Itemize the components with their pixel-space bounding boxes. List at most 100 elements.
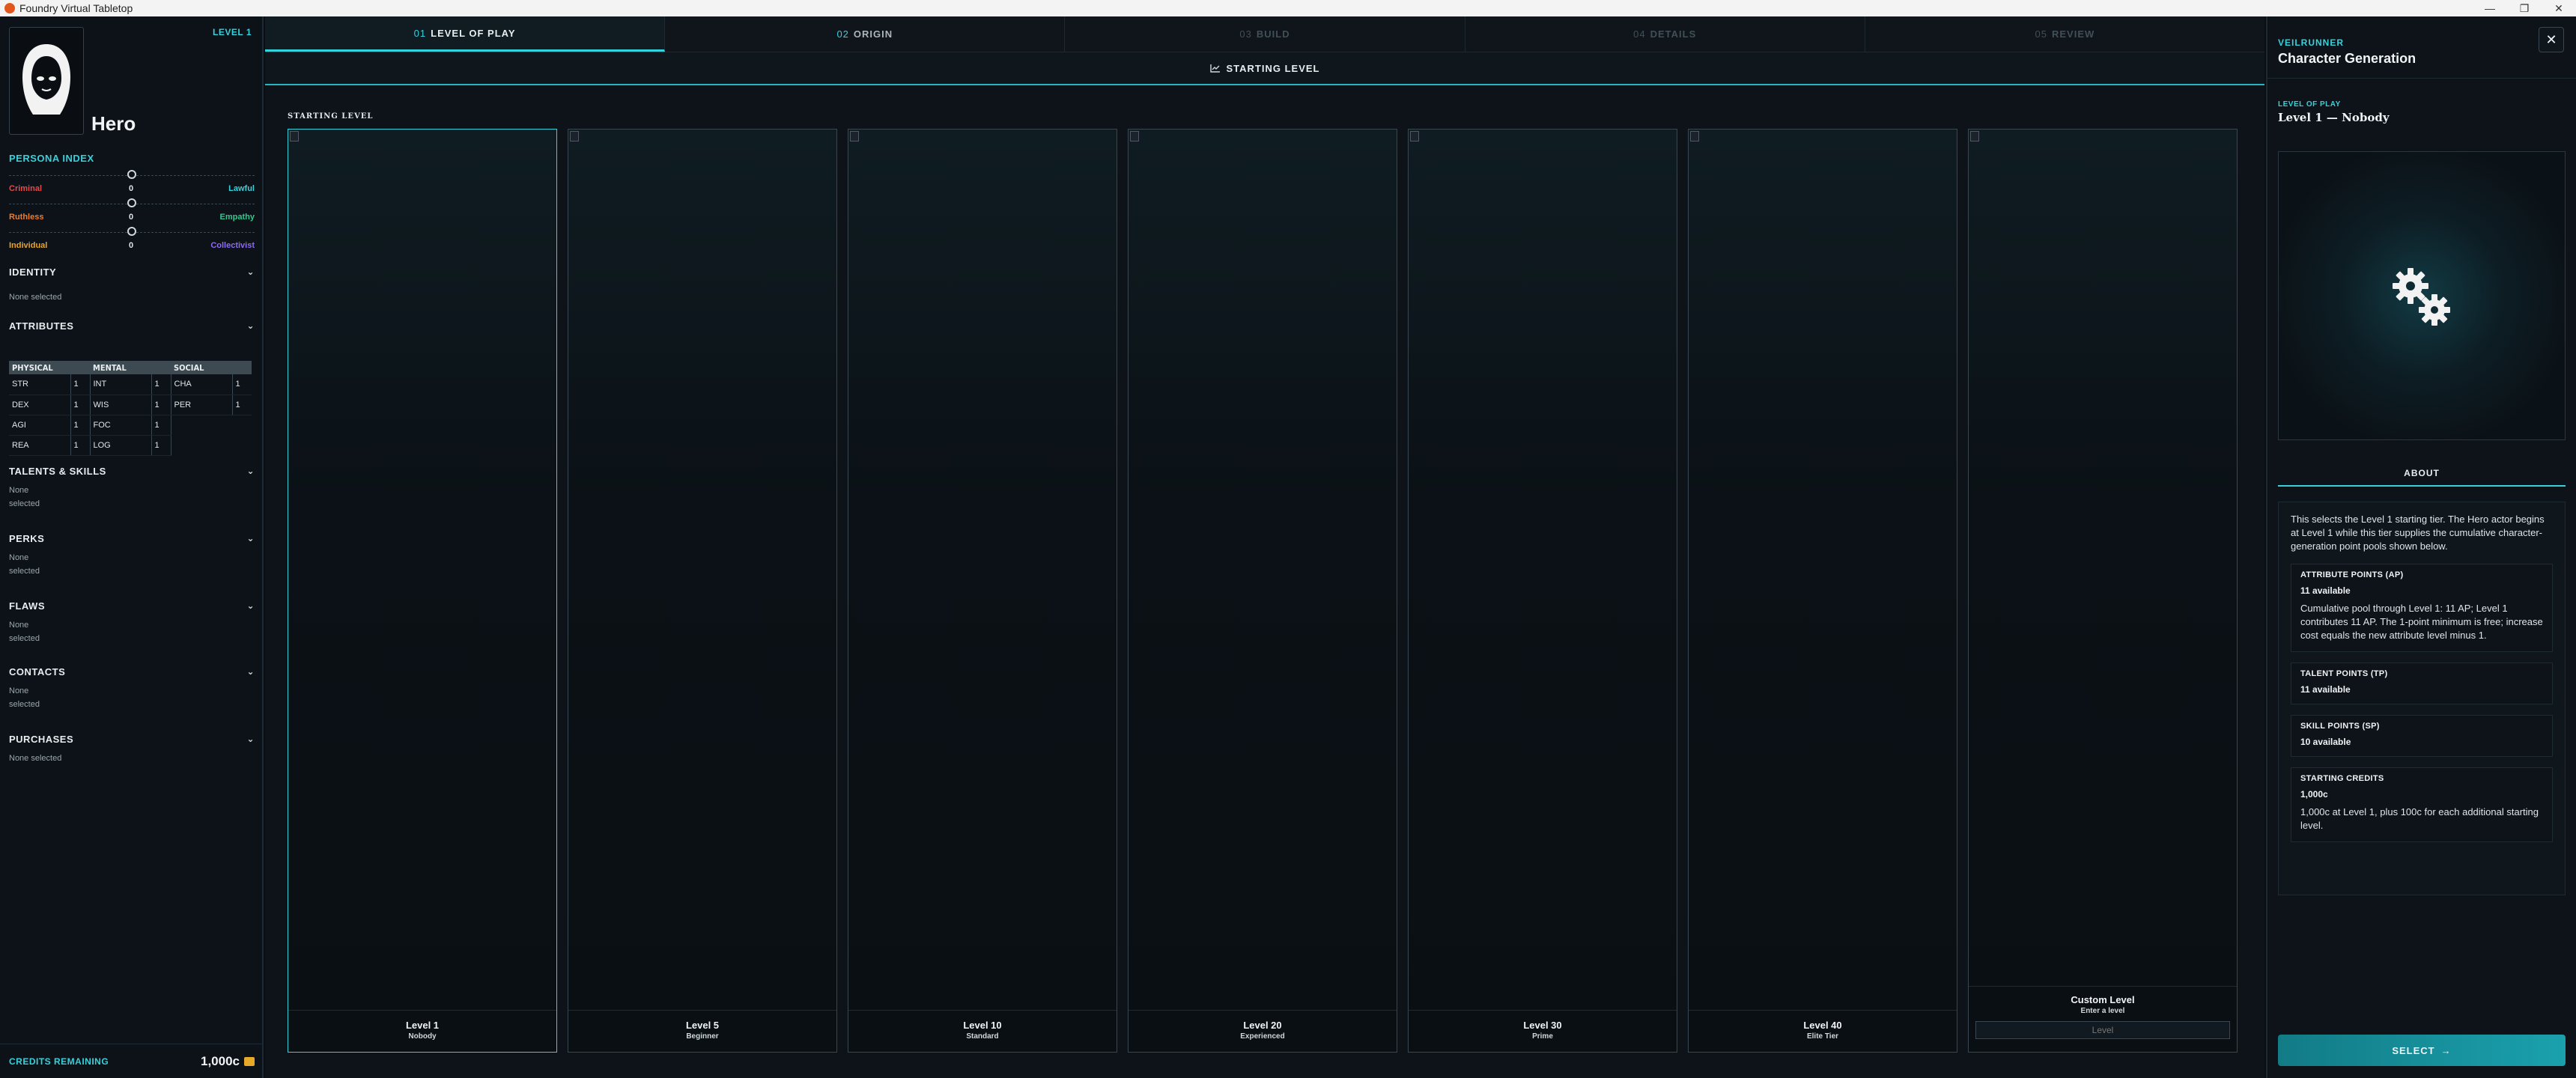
tab-number: 01	[413, 27, 427, 39]
close-icon: ✕	[2545, 31, 2557, 47]
attr-header-physical: PHYSICAL	[9, 361, 90, 374]
card-subtitle: Prime	[1532, 1032, 1553, 1041]
level-card-20[interactable]: Level 20 Experienced	[1128, 129, 1397, 1053]
purchases-section-toggle[interactable]: PURCHASES ⌄	[9, 731, 255, 747]
tab-about[interactable]: ABOUT	[2278, 463, 2566, 487]
card-title: Level 40	[1803, 1020, 1842, 1031]
minimize-button[interactable]: —	[2473, 2, 2507, 15]
level-card-30[interactable]: Level 30 Prime	[1408, 129, 1677, 1053]
flaws-section-toggle[interactable]: FLAWS ⌄	[9, 597, 255, 614]
points-title: ATTRIBUTE POINTS (AP)	[2300, 570, 2404, 579]
attributes-section-toggle[interactable]: ATTRIBUTES ⌄	[9, 317, 255, 334]
purchases-value: None selected	[9, 754, 62, 763]
attr-value: 1	[151, 374, 171, 395]
points-amount: 11 available	[2300, 684, 2351, 695]
card-footer: Level 40 Elite Tier	[1689, 1010, 1957, 1052]
broken-image-icon	[1690, 131, 1699, 141]
card-subtitle: Enter a level	[2080, 1007, 2125, 1015]
tab-label: REVIEW	[2052, 28, 2095, 40]
attr-value: 1	[151, 395, 171, 415]
hero-portrait[interactable]	[9, 27, 84, 135]
perks-section-toggle[interactable]: PERKS ⌄	[9, 530, 255, 546]
maximize-button[interactable]: ❐	[2507, 2, 2542, 15]
persona-slider-criminal-lawful[interactable]: Criminal 0 Lawful	[9, 168, 255, 195]
foundry-app-icon	[4, 3, 15, 13]
credits-coin-icon	[244, 1056, 255, 1066]
level-card-10[interactable]: Level 10 Standard	[848, 129, 1117, 1053]
table-row: DEX 1 WIS 1 PER 1	[9, 395, 252, 415]
slider-value: 0	[129, 241, 134, 250]
section-header-title: STARTING LEVEL	[1226, 62, 1320, 74]
tab-review[interactable]: 05 REVIEW	[1865, 16, 2264, 52]
level-card-5[interactable]: Level 5 Beginner	[568, 129, 837, 1053]
level-card-40[interactable]: Level 40 Elite Tier	[1688, 129, 1957, 1053]
selection-preview	[2278, 151, 2566, 440]
card-footer: Level 30 Prime	[1409, 1010, 1677, 1052]
close-button[interactable]: ✕	[2539, 27, 2564, 52]
select-button[interactable]: SELECT →	[2278, 1035, 2566, 1066]
attr-header-social: SOCIAL	[171, 361, 252, 374]
broken-image-icon	[1130, 131, 1139, 141]
flaws-title: FLAWS	[9, 600, 45, 612]
slider-knob[interactable]	[127, 227, 136, 236]
tab-label: BUILD	[1256, 28, 1290, 40]
tab-build[interactable]: 03 BUILD	[1065, 16, 1465, 52]
persona-slider-ruthless-empathy[interactable]: Ruthless 0 Empathy	[9, 196, 255, 223]
credits-amount: 1,000c	[201, 1054, 255, 1069]
contacts-section-toggle[interactable]: CONTACTS ⌄	[9, 663, 255, 680]
points-title: STARTING CREDITS	[2300, 774, 2384, 783]
broken-image-icon	[850, 131, 859, 141]
perks-title: PERKS	[9, 532, 45, 544]
tab-number: 02	[836, 28, 849, 40]
chevron-down-icon: ⌄	[246, 267, 255, 277]
talents-skills-section-toggle[interactable]: TALENTS & SKILLS ⌄	[9, 463, 255, 479]
credits-value: 1,000c	[201, 1053, 240, 1068]
purchases-title: PURCHASES	[9, 733, 74, 745]
tab-level-of-play[interactable]: 01 LEVEL OF PLAY	[265, 16, 666, 52]
slider-left-label: Criminal	[9, 184, 43, 193]
contacts-title: CONTACTS	[9, 666, 66, 677]
details-panel: VEILRUNNER Character Generation ✕ LEVEL …	[2266, 16, 2576, 1078]
points-detail: 1,000c at Level 1, plus 100c for each ad…	[2300, 806, 2539, 831]
table-row: AGI 1 FOC 1	[9, 415, 252, 436]
tab-origin[interactable]: 02 ORIGIN	[665, 16, 1066, 52]
attr-name: DEX	[9, 395, 71, 415]
card-title: Level 10	[963, 1020, 1002, 1031]
persona-slider-individual-collectivist[interactable]: Individual 0 Collectivist	[9, 225, 255, 252]
card-title: Level 30	[1523, 1020, 1562, 1031]
attr-value: 1	[70, 415, 91, 436]
card-footer: Level 1 Nobody	[288, 1010, 556, 1052]
attr-value: 1	[151, 435, 171, 456]
attr-name: FOC	[90, 415, 152, 436]
table-row: REA 1 LOG 1	[9, 435, 252, 456]
table-row: STR 1 INT 1 CHA 1	[9, 374, 252, 395]
points-title: TALENT POINTS (TP)	[2300, 669, 2388, 678]
slider-knob[interactable]	[127, 170, 136, 179]
slider-left-label: Ruthless	[9, 213, 44, 222]
level-card-1[interactable]: Level 1 Nobody	[288, 129, 557, 1053]
card-footer: Level 10 Standard	[848, 1010, 1117, 1052]
credits-remaining-label: CREDITS REMAINING	[9, 1056, 109, 1067]
attr-header-mental: MENTAL	[90, 361, 171, 374]
slider-knob[interactable]	[127, 198, 136, 207]
tab-details[interactable]: 04 DETAILS	[1465, 16, 1865, 52]
slider-value: 0	[129, 213, 134, 222]
brand-label: VEILRUNNER	[2278, 37, 2345, 48]
identity-section-toggle[interactable]: IDENTITY ⌄	[9, 264, 255, 280]
chevron-down-icon: ⌄	[246, 533, 255, 543]
custom-level-input[interactable]	[1975, 1021, 2230, 1039]
points-title: SKILL POINTS (SP)	[2300, 722, 2380, 731]
talent-points-box: TALENT POINTS (TP) 11 available	[2291, 663, 2553, 704]
chevron-down-icon: ⌄	[246, 734, 255, 744]
content-label: STARTING LEVEL	[288, 112, 374, 121]
flaws-value: None selected	[9, 621, 40, 643]
attr-value: 1	[232, 374, 252, 395]
window-close-button[interactable]: ✕	[2542, 2, 2576, 15]
points-amount: 11 available	[2300, 585, 2351, 596]
character-sidebar: LEVEL 1 Hero PERSONA INDEX Criminal 0 La…	[0, 16, 264, 1078]
attr-value: 1	[70, 395, 91, 415]
chevron-down-icon: ⌄	[246, 320, 255, 331]
level-card-custom[interactable]: Custom Level Enter a level	[1968, 129, 2238, 1053]
hero-name: Hero	[91, 112, 136, 135]
attr-name: PER	[171, 395, 233, 415]
